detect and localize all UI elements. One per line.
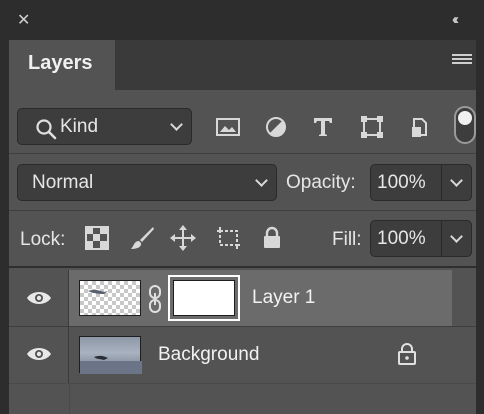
lock-position-icon[interactable] [169, 224, 197, 252]
divider [9, 266, 476, 268]
panel-menu-icon[interactable] [452, 54, 472, 68]
blend-mode-value: Normal [32, 172, 94, 193]
image-filter-icon[interactable] [214, 113, 242, 141]
panel-title-bar [0, 0, 484, 40]
mask-fill [173, 280, 235, 316]
background-thumbnail [79, 336, 142, 374]
layer-name: Layer 1 [252, 287, 316, 308]
divider [441, 221, 442, 256]
shape-filter-icon[interactable] [358, 113, 386, 141]
layer-lock-icon [398, 343, 416, 365]
type-filter-icon[interactable] [309, 113, 337, 141]
lock-image-pixels-icon[interactable] [128, 224, 156, 252]
divider [69, 383, 70, 414]
filter-toggle[interactable] [454, 106, 476, 144]
eye-icon[interactable] [26, 346, 52, 362]
fill-label: Fill: [332, 229, 362, 250]
lock-label: Lock: [20, 229, 66, 250]
divider [9, 383, 476, 384]
lock-all-icon[interactable] [258, 224, 286, 252]
search-icon [36, 119, 57, 140]
lock-transparent-pixels-icon[interactable] [83, 224, 111, 252]
tab-layers[interactable]: Layers [9, 40, 115, 90]
layer-thumbnail [79, 280, 141, 316]
lock-artboard-icon[interactable] [214, 224, 242, 252]
layer-mask-thumbnail[interactable] [168, 275, 240, 321]
layer-name: Background [158, 344, 260, 365]
collapse-panel-icon[interactable]: ‹‹ [452, 11, 472, 29]
background-thumbnail-content [80, 355, 142, 374]
eye-icon[interactable] [26, 290, 52, 306]
adjustment-filter-icon[interactable] [262, 113, 290, 141]
tab-layers-label: Layers [28, 52, 93, 74]
close-panel-icon[interactable]: ✕ [17, 12, 35, 30]
divider [9, 153, 476, 154]
divider [9, 210, 476, 211]
filter-kind-label: Kind [60, 116, 99, 137]
opacity-label: Opacity: [286, 172, 356, 193]
mask-link-icon[interactable] [148, 284, 162, 314]
smart-object-filter-icon[interactable] [406, 113, 434, 141]
divider [441, 165, 442, 200]
opacity-value: 100% [377, 172, 426, 193]
panel-frame-left [0, 40, 9, 414]
layer-thumbnail-content [88, 289, 108, 294]
fill-value: 100% [377, 228, 426, 249]
panel-frame-right [476, 40, 484, 414]
